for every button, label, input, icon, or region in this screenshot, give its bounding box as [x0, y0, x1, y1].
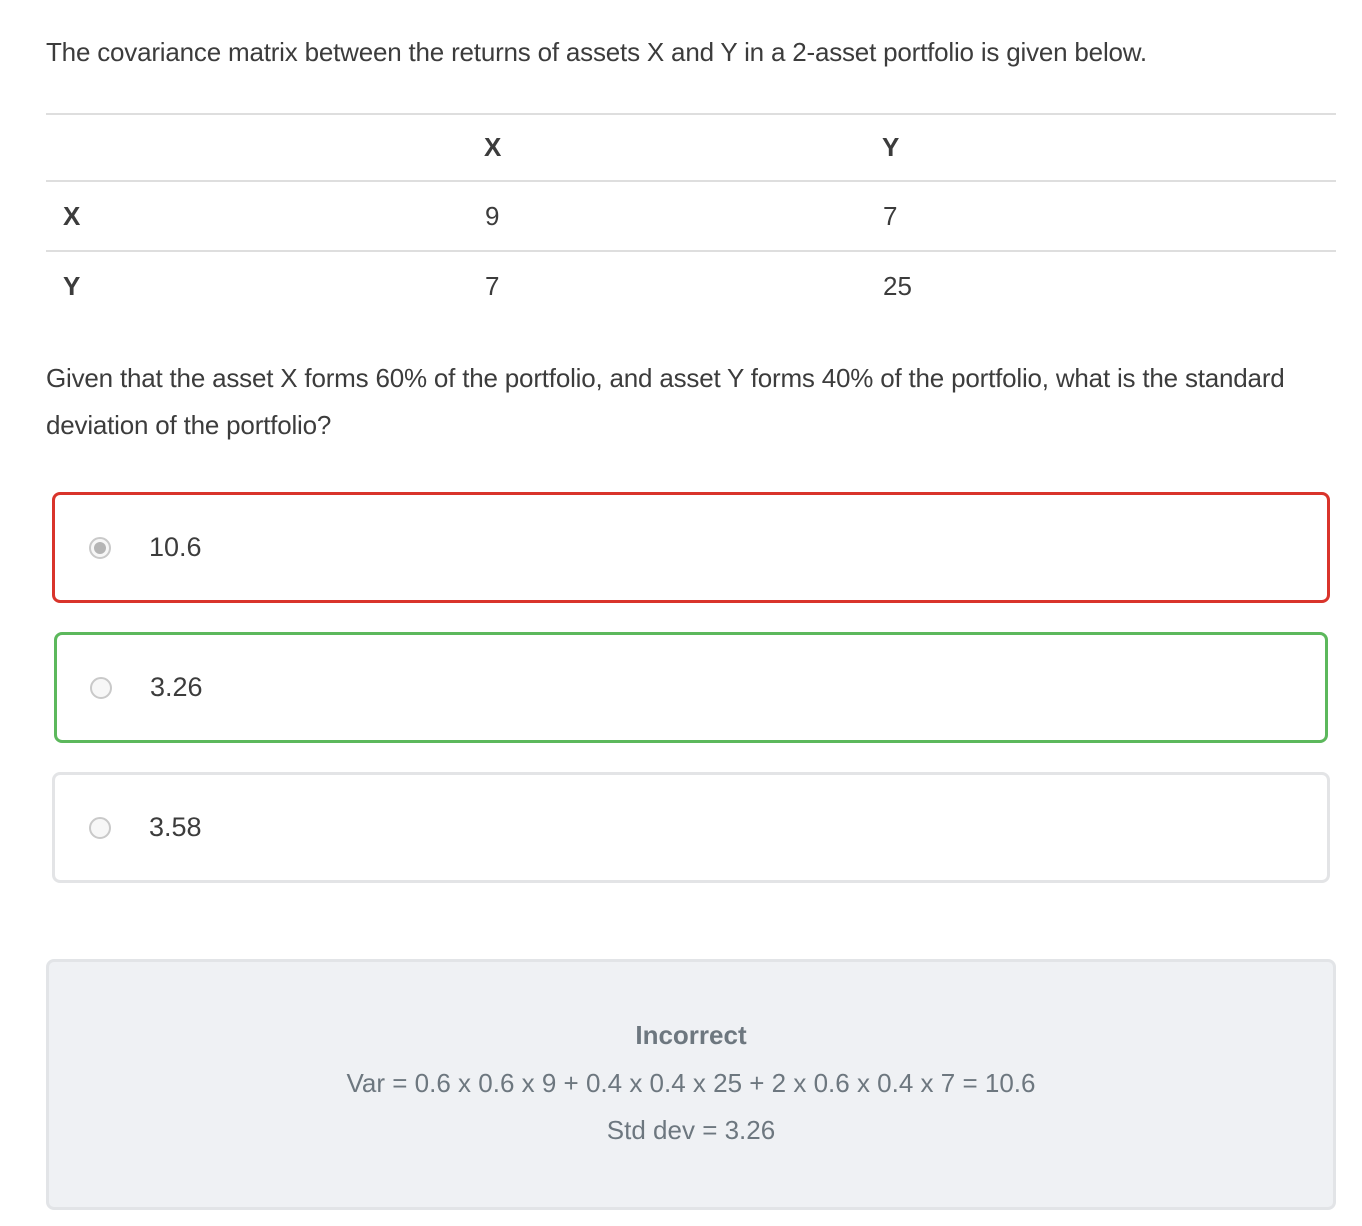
cell-y-x: 7 [469, 250, 869, 320]
table-row: X 9 7 [46, 180, 1336, 251]
radio-button[interactable] [90, 676, 112, 699]
column-header-x: X [469, 113, 869, 181]
option-label: 3.58 [149, 812, 202, 842]
radio-button[interactable] [89, 816, 111, 839]
radio-button-selected[interactable] [89, 536, 111, 559]
feedback-panel: Incorrect Var = 0.6 x 0.6 x 9 + 0.4 x 0.… [46, 959, 1336, 1210]
cell-x-x: 9 [469, 180, 869, 251]
row-header-y: Y [46, 250, 469, 320]
feedback-explanation-stddev: Std dev = 3.26 [606, 1115, 776, 1145]
column-header-y: Y [869, 113, 1336, 181]
answer-option-correct[interactable]: 3.26 [54, 632, 1328, 743]
feedback-status: Incorrect [635, 1020, 747, 1050]
cell-x-y: 7 [869, 180, 1336, 251]
answer-option[interactable]: 3.58 [52, 772, 1330, 883]
table-header-row: X Y [46, 113, 1336, 181]
question-text: Given that the asset X forms 60% of the … [46, 363, 1285, 440]
intro-text: The covariance matrix between the return… [46, 37, 1147, 67]
table-row: Y 7 25 [46, 250, 1336, 320]
answer-option-incorrect-selected[interactable]: 10.6 [52, 492, 1330, 603]
feedback-explanation-variance: Var = 0.6 x 0.6 x 9 + 0.4 x 0.4 x 25 + 2… [346, 1068, 1036, 1098]
row-header-x: X [46, 180, 469, 251]
option-label: 10.6 [149, 532, 202, 562]
table-corner-cell [46, 113, 469, 181]
cell-y-y: 25 [869, 250, 1336, 320]
covariance-matrix-table: X Y X 9 7 Y 7 25 [46, 113, 1336, 320]
option-label: 3.26 [150, 672, 203, 702]
